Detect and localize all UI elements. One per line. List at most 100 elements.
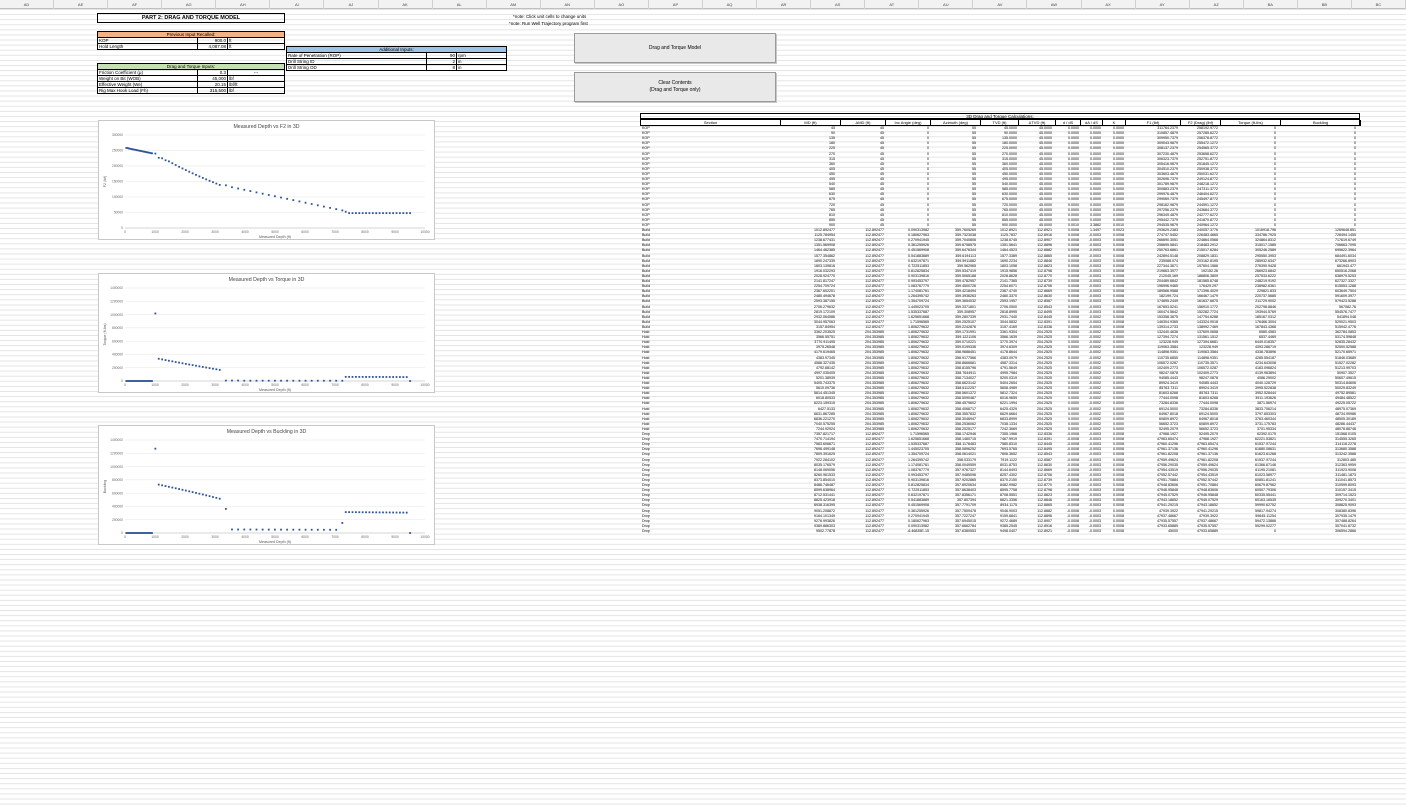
data-point: [378, 376, 381, 378]
data-point: [405, 212, 408, 215]
drill-string-od-value[interactable]: 8: [426, 64, 457, 71]
drill-string-od-unit[interactable]: in: [456, 64, 507, 71]
data-point: [399, 511, 401, 514]
table-cell[interactable]: 0.0008: [1102, 529, 1124, 534]
column-header-an[interactable]: AN: [541, 0, 595, 9]
column-header-al[interactable]: AL: [433, 0, 487, 9]
column-header-ay[interactable]: AY: [1136, 0, 1190, 9]
chart-md-vs-f2[interactable]: Measured Depth vs F2 in 3D 0 50000 100000 15…: [98, 120, 435, 240]
y-tick-label: 200000: [112, 164, 123, 168]
data-point: [385, 376, 388, 378]
x-tick-label: 5000: [271, 383, 279, 387]
table-cell[interactable]: -0.0008: [1055, 529, 1079, 534]
previous-input-table: Previous Input Recalled: KOP 900.0 ft Hold…: [97, 31, 285, 50]
data-point: [341, 379, 344, 382]
note-trajectory: *note: Run Well Trajectory program first: [509, 21, 588, 26]
hook-load-unit[interactable]: lbf: [227, 87, 285, 94]
column-header-ad[interactable]: AD: [0, 0, 55, 9]
data-point: [341, 522, 344, 524]
x-tick-label: 2000: [181, 535, 189, 539]
data-point: [323, 528, 325, 531]
data-point: [323, 379, 325, 382]
data-point: [231, 186, 233, 189]
table-cell[interactable]: 0: [1220, 529, 1276, 534]
data-point: [201, 176, 204, 179]
column-header-ar[interactable]: AR: [757, 0, 812, 9]
table-cell[interactable]: 9502.77878: [780, 529, 835, 534]
clear-contents-button[interactable]: Clear Contents (Drag and Torque only): [574, 72, 776, 102]
data-point: [310, 379, 313, 382]
data-point: [298, 200, 301, 203]
x-tick-label: 9000: [391, 230, 399, 234]
y-tick-label: 250000: [112, 149, 123, 153]
data-point: [188, 490, 191, 493]
column-header-ao[interactable]: AO: [595, 0, 649, 9]
column-header-am[interactable]: AM: [487, 0, 541, 9]
y-tick-label: 400000: [112, 353, 123, 357]
chart-plot: 0 200000 400000 600000 800000 1000000 1200000 1…: [103, 438, 430, 544]
column-header-au[interactable]: AU: [919, 0, 974, 9]
column-header-ap[interactable]: AP: [649, 0, 703, 9]
table-cell[interactable]: 112.892477: [840, 529, 884, 534]
spreadsheet[interactable]: AD AE AF AG AH AI AJ AK AL AM AN AO AP AQ AR AS AT AU AV AW…: [0, 0, 1406, 808]
data-point: [195, 173, 197, 176]
table-cell[interactable]: 47933.65889: [1180, 529, 1218, 534]
column-header-ak[interactable]: AK: [379, 0, 433, 9]
chart-plot: 0 200000 400000 600000 800000 1000000 1200000 1…: [103, 286, 430, 392]
column-header-ba[interactable]: BA: [1244, 0, 1298, 9]
data-point: [358, 511, 361, 514]
calc-table-header: Section MD (ft) ΔMD (ft) Inc Angle (deg) Azi…: [640, 119, 1361, 126]
table-row[interactable]: Drop 9502.77878 112.892477 -6.46835E-15 357.…: [640, 529, 1360, 534]
hold-length-unit[interactable]: ft: [227, 43, 285, 50]
column-header-av[interactable]: AV: [973, 0, 1028, 9]
column-header-bb[interactable]: BB: [1298, 0, 1352, 9]
column-header-ai[interactable]: AI: [270, 0, 325, 9]
y-tick-label: 1400000: [110, 438, 123, 442]
table-cell[interactable]: -0.0003: [1080, 529, 1101, 534]
column-header-af[interactable]: AF: [108, 0, 163, 9]
column-header-ag[interactable]: AG: [162, 0, 217, 9]
column-header-at[interactable]: AT: [865, 0, 920, 9]
y-tick-label: 1400000: [110, 286, 123, 290]
chart-md-vs-torque[interactable]: Measured Depth vs Torque in 3D 0 200000 400…: [98, 273, 435, 393]
table-cell[interactable]: 357.6380553: [930, 529, 976, 534]
data-point: [154, 152, 157, 155]
column-header-aw[interactable]: AW: [1027, 0, 1082, 9]
data-point: [368, 376, 371, 378]
data-point: [267, 528, 270, 531]
data-point: [392, 376, 395, 378]
column-header-aj[interactable]: AJ: [324, 0, 379, 9]
table-cell[interactable]: 112.8921: [1018, 529, 1052, 534]
table-cell[interactable]: 306594.2866: [1280, 529, 1356, 534]
table-cell[interactable]: 9498.0407: [980, 529, 1017, 534]
column-header-aq[interactable]: AQ: [703, 0, 758, 9]
data-point: [267, 379, 270, 382]
data-point: [316, 204, 319, 207]
data-point: [171, 486, 174, 489]
column-header-ah[interactable]: AH: [216, 0, 271, 9]
x-axis-label: Measured Depth (ft): [259, 388, 291, 392]
x-tick-label: 3000: [211, 230, 219, 234]
data-point: [161, 358, 164, 361]
data-point: [335, 208, 338, 211]
column-header-ae[interactable]: AE: [54, 0, 109, 9]
data-point: [405, 511, 408, 514]
table-cell[interactable]: -6.46835E-15: [885, 529, 929, 534]
column-header-az[interactable]: AZ: [1190, 0, 1244, 9]
data-point: [304, 201, 307, 204]
data-point: [329, 379, 331, 382]
hold-length-value[interactable]: 4,087.08: [197, 43, 228, 50]
table-cell[interactable]: 45000: [1125, 529, 1178, 534]
data-point: [171, 162, 174, 165]
column-header-bc[interactable]: BC: [1352, 0, 1406, 9]
data-point: [188, 170, 191, 173]
column-header-as[interactable]: AS: [811, 0, 866, 9]
drag-torque-model-button[interactable]: Drag and Torque Model: [574, 33, 776, 63]
table-cell[interactable]: Drop: [642, 529, 700, 534]
chart-md-vs-buckling[interactable]: Measured Depth vs Buckling in 3D 0 200000 4…: [98, 425, 435, 545]
column-header-ax[interactable]: AX: [1082, 0, 1136, 9]
data-point: [231, 528, 233, 531]
data-point: [335, 379, 338, 382]
x-tick-label: 3000: [211, 383, 219, 387]
hook-load-value[interactable]: 315,500: [197, 87, 228, 94]
